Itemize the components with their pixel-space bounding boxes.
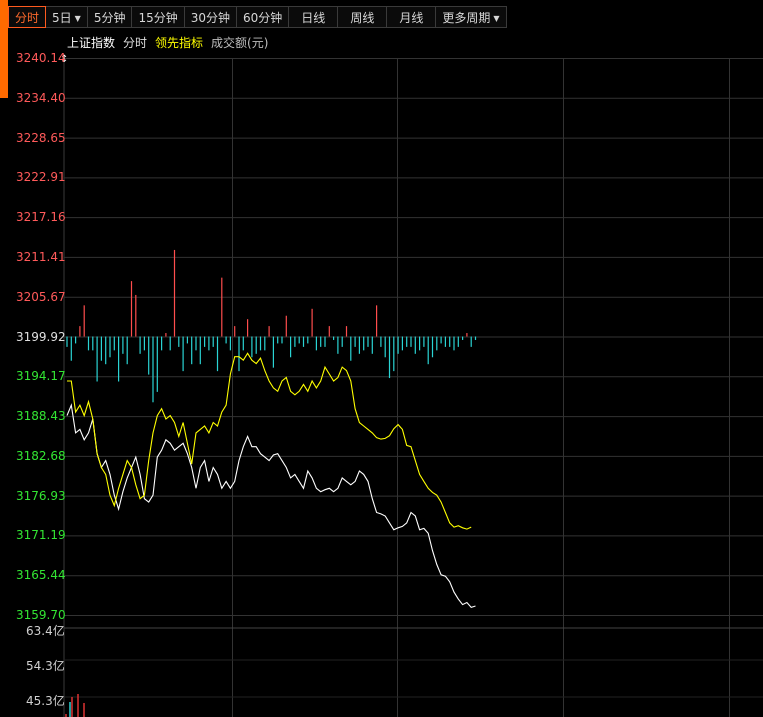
tab-fenshi[interactable]: 分时 <box>8 6 47 28</box>
price-tick-label: 3217.16 <box>16 210 66 225</box>
intraday-chart[interactable]: ↕ <box>0 0 763 717</box>
price-tick-label: 3211.41 <box>16 249 66 264</box>
price-tick-label: 3171.19 <box>16 528 66 543</box>
price-tick-label: 3222.91 <box>16 170 66 185</box>
price-tick-label: 3228.65 <box>16 130 66 145</box>
price-tick-label: 3182.68 <box>16 448 66 463</box>
price-tick-label: 3234.40 <box>16 90 66 105</box>
price-tick-label: 3159.70 <box>16 608 66 622</box>
price-tick-label: 3194.17 <box>16 369 66 384</box>
price-line <box>66 403 476 609</box>
lead-index-line <box>67 352 472 530</box>
price-tick-label: 3199.92 <box>16 329 66 344</box>
volume-tick-label: 45.3亿 <box>26 694 65 708</box>
volume-tick-label: 54.3亿 <box>26 659 65 673</box>
price-tick-label: 3205.67 <box>16 289 66 304</box>
price-tick-label: 3188.43 <box>16 409 66 424</box>
price-tick-label: 3240.14 <box>16 51 66 65</box>
price-tick-label: 3176.93 <box>16 488 66 503</box>
price-tick-label: 3165.44 <box>16 568 66 583</box>
volume-tick-label: 63.4亿 <box>26 624 65 638</box>
